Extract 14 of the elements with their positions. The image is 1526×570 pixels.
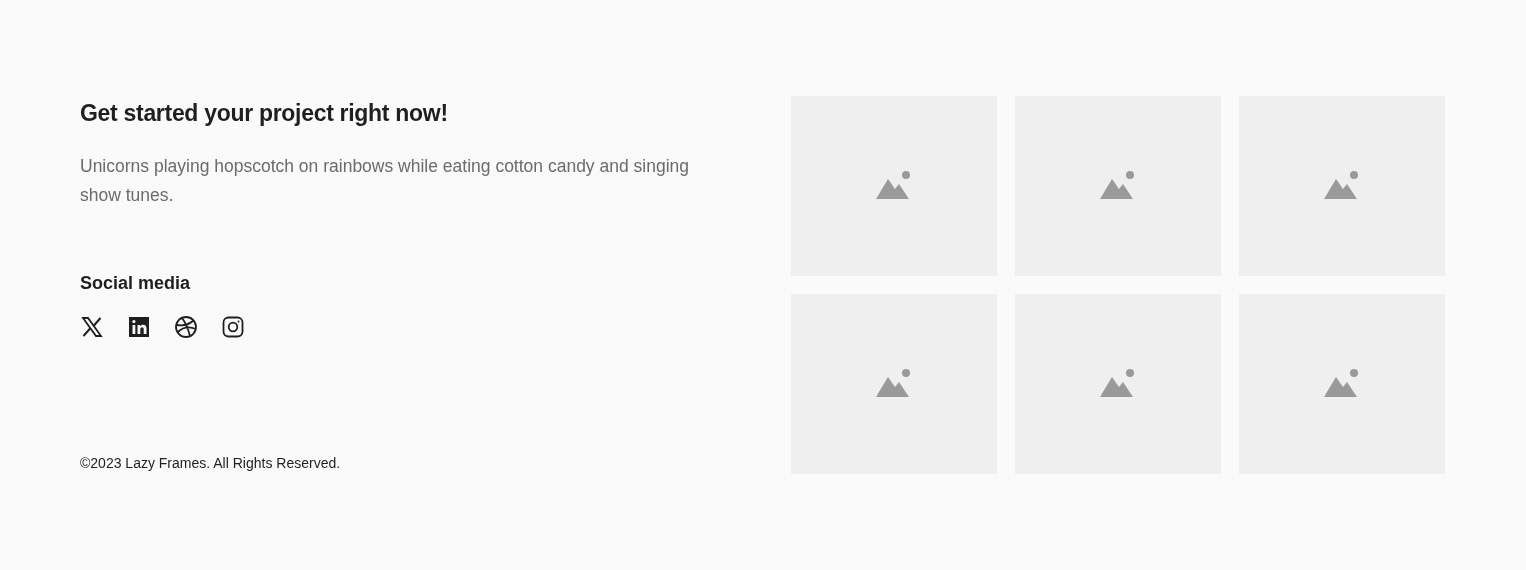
image-icon	[1100, 171, 1136, 201]
image-icon	[876, 369, 912, 399]
copyright-text: ©2023 Lazy Frames. All Rights Reserved.	[80, 454, 342, 473]
description: Unicorns playing hopscotch on rainbows while eating cotton candy and singing show tunes.	[80, 154, 690, 207]
x-icon[interactable]	[80, 314, 104, 339]
heading: Get started your project right now!	[80, 100, 449, 128]
image-icon	[1100, 369, 1136, 399]
dribbble-icon[interactable]	[174, 314, 198, 339]
image-icon	[1324, 171, 1360, 201]
section-title: Social media	[80, 271, 192, 295]
linkedin-icon[interactable]	[127, 314, 151, 339]
image-icon	[1324, 369, 1360, 399]
image-icon	[876, 171, 912, 201]
instagram-icon[interactable]	[221, 314, 245, 339]
